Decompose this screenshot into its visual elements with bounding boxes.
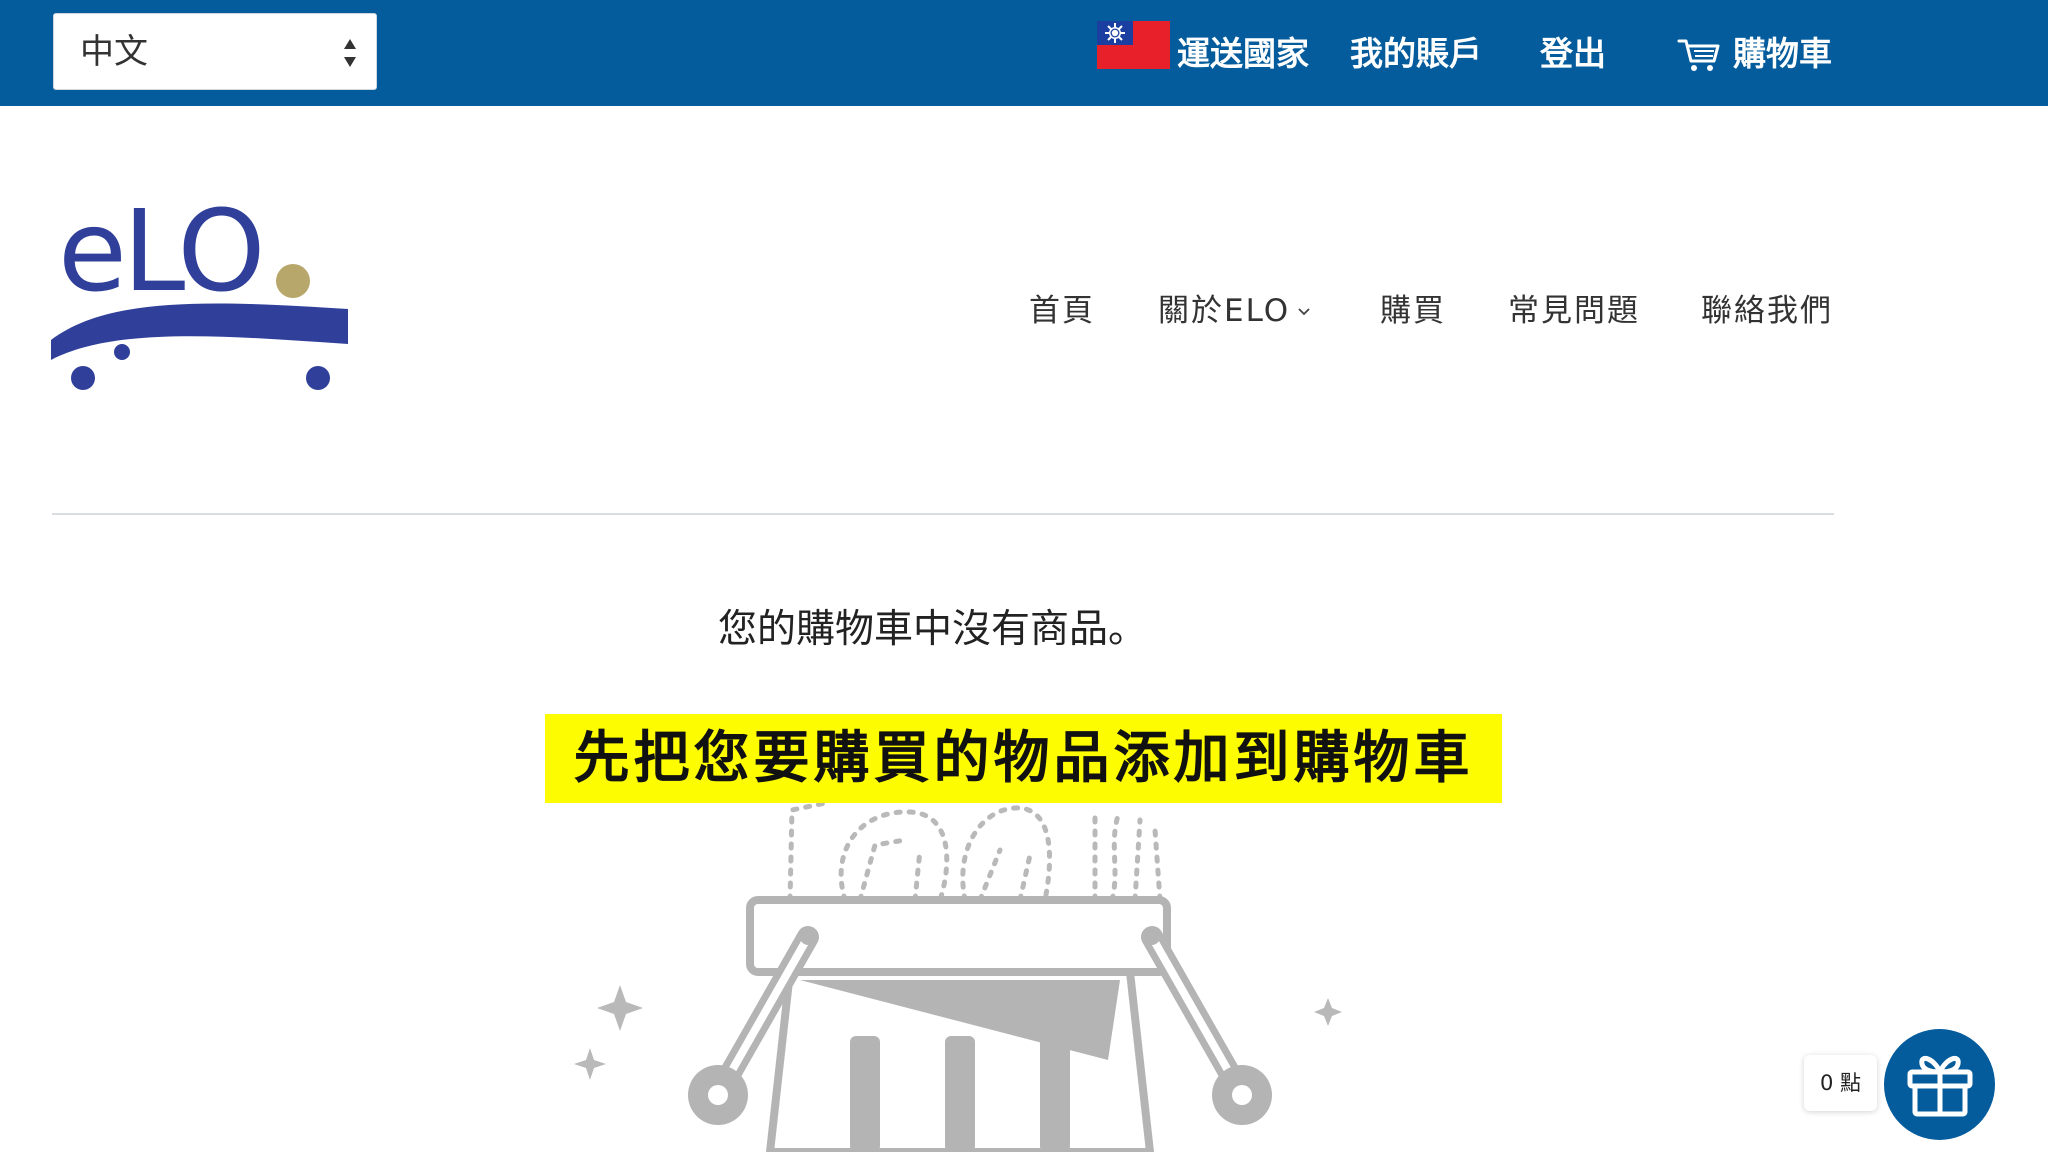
nav-faq[interactable]: 常見問題 (1508, 286, 1640, 336)
top-bar: 中文 運送國家 我的賬戶 登出 購物車 (0, 0, 2048, 106)
chevron-down-icon[interactable] (1297, 307, 1311, 317)
select-arrows-icon (344, 39, 356, 67)
language-select-value: 中文 (80, 32, 148, 72)
nav-about-elo[interactable]: 關於ELO (1158, 286, 1290, 336)
logout-link[interactable]: 登出 (1540, 24, 1606, 84)
shipping-country-link[interactable]: 運送國家 (1177, 24, 1309, 84)
empty-basket-illustration (574, 799, 1342, 1152)
cart-icon[interactable] (1677, 37, 1721, 73)
header-divider (52, 513, 1834, 515)
nav-contact-us[interactable]: 聯絡我們 (1701, 286, 1833, 336)
logo-text: eLO (58, 205, 261, 317)
nav-buy[interactable]: 購買 (1380, 286, 1446, 336)
taiwan-flag-icon[interactable] (1097, 21, 1170, 69)
my-account-link[interactable]: 我的賬戶 (1350, 24, 1482, 84)
rewards-points-badge[interactable]: 0 點 (1804, 1055, 1877, 1111)
cart-link[interactable]: 購物車 (1733, 24, 1832, 84)
instruction-caption: 先把您要購買的物品添加到購物車 (545, 714, 1502, 803)
rewards-gift-button[interactable] (1884, 1029, 1995, 1140)
empty-cart-message: 您的購物車中沒有商品。 (718, 607, 1148, 652)
elo-logo[interactable]: eLO (48, 205, 353, 405)
gift-icon (1907, 1055, 1973, 1117)
language-select[interactable]: 中文 (53, 13, 377, 90)
nav-home[interactable]: 首頁 (1029, 286, 1095, 336)
